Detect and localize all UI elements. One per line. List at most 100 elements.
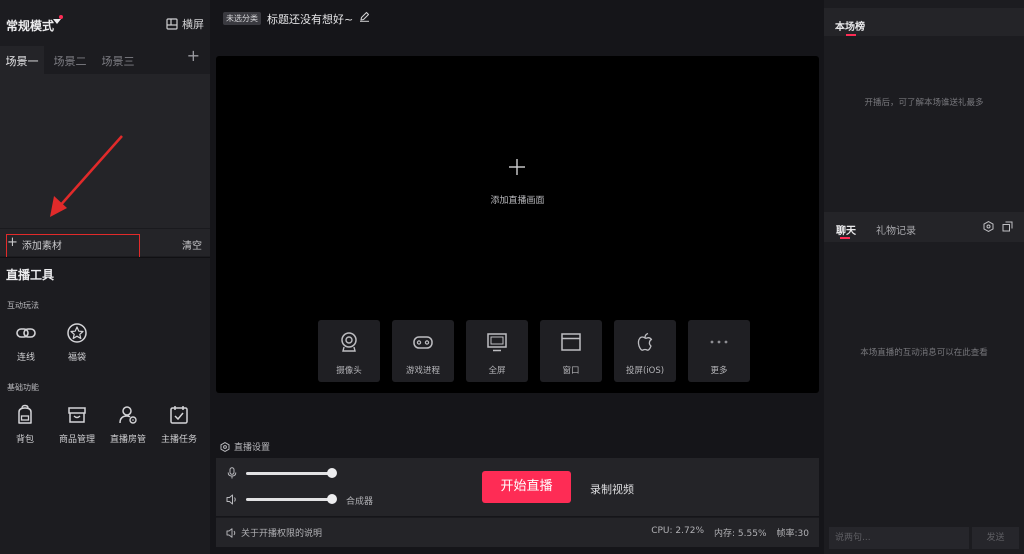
title-bar: 未选分类 标题还没有想好~ <box>211 0 823 36</box>
memory-usage: 内存: 5.55% <box>714 529 767 539</box>
rank-header: 本场榜 <box>824 8 1024 36</box>
chat-header-icons <box>983 221 1013 232</box>
source-game[interactable]: 游戏进程 <box>392 320 454 382</box>
edit-icon[interactable] <box>359 11 370 22</box>
source-label: 投屏(iOS) <box>625 366 665 376</box>
window-icon <box>561 333 581 351</box>
source-camera[interactable]: 摄像头 <box>318 320 380 382</box>
tab-indicator <box>840 237 850 239</box>
backpack-icon <box>18 404 32 424</box>
add-screen-label: 添加直播画面 <box>490 196 545 206</box>
tool-product-management[interactable]: 商品管理 <box>57 404 97 445</box>
room-admin-icon <box>119 406 137 424</box>
rank-title[interactable]: 本场榜 <box>835 18 865 33</box>
task-icon <box>170 406 188 424</box>
rank-empty-text: 开播后，可了解本场谁送礼最多 <box>864 98 984 108</box>
plus-icon[interactable] <box>508 158 526 176</box>
tool-anchor-task[interactable]: 主播任务 <box>159 404 199 445</box>
tool-backpack[interactable]: 背包 <box>5 404 45 445</box>
category-badge[interactable]: 未选分类 <box>223 12 261 25</box>
source-window[interactable]: 窗口 <box>540 320 602 382</box>
tab-scene-2[interactable]: 场景二 <box>48 46 92 74</box>
source-more[interactable]: 更多 <box>688 320 750 382</box>
tool-label: 主播任务 <box>160 435 197 445</box>
camera-icon <box>341 332 357 352</box>
tool-link[interactable]: 连线 <box>6 322 46 363</box>
chevron-down-icon[interactable] <box>53 19 61 24</box>
cpu-usage: CPU: 2.72% <box>651 526 705 536</box>
store-icon <box>68 407 86 423</box>
live-settings-label: 直播设置 <box>234 443 271 453</box>
add-scene-button[interactable]: + <box>187 46 200 65</box>
speaker-icon <box>226 527 236 538</box>
tool-label: 福袋 <box>67 353 86 363</box>
settings-hex-icon[interactable] <box>983 221 994 232</box>
tab-scene-3[interactable]: 场景三 <box>96 46 140 74</box>
link-icon <box>16 328 36 338</box>
scene-material-list <box>0 74 210 228</box>
left-panel: 常规模式 横屏 场景一 场景二 场景三 + + 添加素材 清空 直播工具 互动玩… <box>0 0 210 554</box>
speaker-volume-slider[interactable] <box>246 494 337 504</box>
slider-knob[interactable] <box>327 494 337 504</box>
landscape-label: 横屏 <box>182 18 204 31</box>
tool-lucky-bag[interactable]: 福袋 <box>57 322 97 363</box>
source-list: 摄像头 游戏进程 全屏 窗口 投屏(iOS) 更多 <box>318 320 750 382</box>
tab-chat[interactable]: 聊天 <box>836 222 856 237</box>
rank-list: 开播后，可了解本场谁送礼最多 <box>824 36 1024 208</box>
permission-note-link[interactable]: 关于开播权限的说明 <box>226 526 322 539</box>
source-label: 全屏 <box>488 366 506 376</box>
live-tools-panel: 直播工具 互动玩法 连线 福袋 基础功能 背包 商品管理 直播房管 主播任务 <box>0 257 210 554</box>
performance-stats: CPU: 2.72% 内存: 5.55% 帧率:30 <box>651 526 809 539</box>
gamepad-icon <box>413 336 433 349</box>
mic-volume-slider[interactable] <box>246 468 337 478</box>
landscape-icon <box>166 18 178 30</box>
source-ios-cast[interactable]: 投屏(iOS) <box>614 320 676 382</box>
source-label: 游戏进程 <box>405 366 440 376</box>
star-bag-icon <box>67 323 87 343</box>
mode-selector[interactable]: 常规模式 <box>6 17 54 34</box>
settings-hex-icon <box>220 441 230 452</box>
clear-button[interactable]: 清空 <box>182 237 202 252</box>
add-material-label: 添加素材 <box>21 241 62 252</box>
landscape-button[interactable]: 横屏 <box>166 16 204 32</box>
chat-header: 聊天 礼物记录 <box>824 212 1024 242</box>
permission-note-label: 关于开播权限的说明 <box>241 529 323 539</box>
start-live-button[interactable]: 开始直播 <box>482 471 571 503</box>
source-label: 更多 <box>710 366 728 376</box>
status-bar: 关于开播权限的说明 CPU: 2.72% 内存: 5.55% 帧率:30 <box>216 517 819 547</box>
preview-stage[interactable]: 添加直播画面 摄像头 游戏进程 全屏 窗口 投屏(iOS) 更多 <box>216 56 819 393</box>
chat-input[interactable] <box>829 527 969 549</box>
plus-icon: + <box>7 235 18 250</box>
stream-title[interactable]: 标题还没有想好~ <box>267 11 353 27</box>
more-icon <box>710 340 728 344</box>
control-panel: 合成器 开始直播 录制视频 <box>216 458 819 516</box>
record-video-button[interactable]: 录制视频 <box>590 481 634 497</box>
send-button[interactable]: 发送 <box>972 527 1019 549</box>
speaker-icon[interactable] <box>226 494 238 505</box>
source-label: 摄像头 <box>336 366 362 376</box>
scene-tabs: 场景一 场景二 场景三 + <box>0 46 210 74</box>
popout-icon[interactable] <box>1002 221 1013 232</box>
chat-input-row: 发送 <box>824 524 1024 552</box>
slider-knob[interactable] <box>327 468 337 478</box>
frame-rate: 帧率:30 <box>776 529 810 539</box>
apple-icon <box>637 332 653 351</box>
tools-title: 直播工具 <box>6 268 55 282</box>
source-label: 窗口 <box>562 366 580 376</box>
source-fullscreen[interactable]: 全屏 <box>466 320 528 382</box>
scene-footer: + 添加素材 清空 <box>0 228 210 261</box>
basic-section-title: 基础功能 <box>7 383 39 392</box>
tool-room-admin[interactable]: 直播房管 <box>108 404 148 445</box>
mode-bar: 常规模式 横屏 <box>0 0 210 46</box>
interactive-section-title: 互动玩法 <box>7 301 39 310</box>
mixer-button[interactable]: 合成器 <box>346 494 373 507</box>
tab-scene-1[interactable]: 场景一 <box>0 46 44 74</box>
notification-dot <box>59 15 63 19</box>
monitor-icon <box>487 333 507 352</box>
live-settings-button[interactable]: 直播设置 <box>220 440 270 453</box>
right-panel: 本场榜 开播后，可了解本场谁送礼最多 聊天 礼物记录 本场直播的互动消息可以在此… <box>824 0 1024 554</box>
main-area: 未选分类 标题还没有想好~ 添加直播画面 摄像头 游戏进程 全屏 窗口 投屏(i… <box>211 0 823 554</box>
microphone-icon[interactable] <box>227 467 237 479</box>
tab-gift-records[interactable]: 礼物记录 <box>876 222 916 237</box>
chat-messages: 本场直播的互动消息可以在此查看 <box>824 242 1024 522</box>
